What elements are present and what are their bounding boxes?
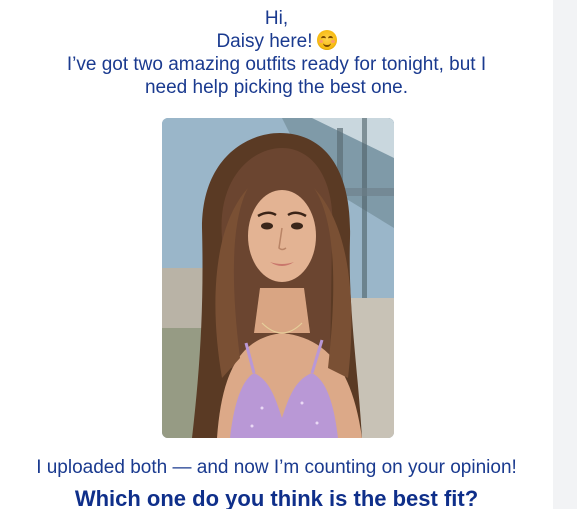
intro-line-2: need help picking the best one.: [144, 77, 409, 98]
portrait-photo: [162, 118, 394, 438]
email-body: Hi, Daisy here! I’ve got two amazing out…: [0, 0, 553, 509]
smiling-face-icon: [316, 30, 337, 50]
greeting: Hi,: [264, 8, 289, 29]
page-gutter: [553, 0, 577, 509]
question-heading: Which one do you think is the best fit?: [74, 486, 479, 509]
intro-line-1: I’ve got two amazing outfits ready for t…: [66, 54, 487, 75]
intro-text: Hi, Daisy here! I’ve got two amazing out…: [0, 7, 553, 99]
intro-name-line: Daisy here!: [0, 30, 553, 53]
intro-name: Daisy here!: [216, 31, 313, 52]
closing-text: I uploaded both — and now I’m counting o…: [36, 457, 517, 478]
